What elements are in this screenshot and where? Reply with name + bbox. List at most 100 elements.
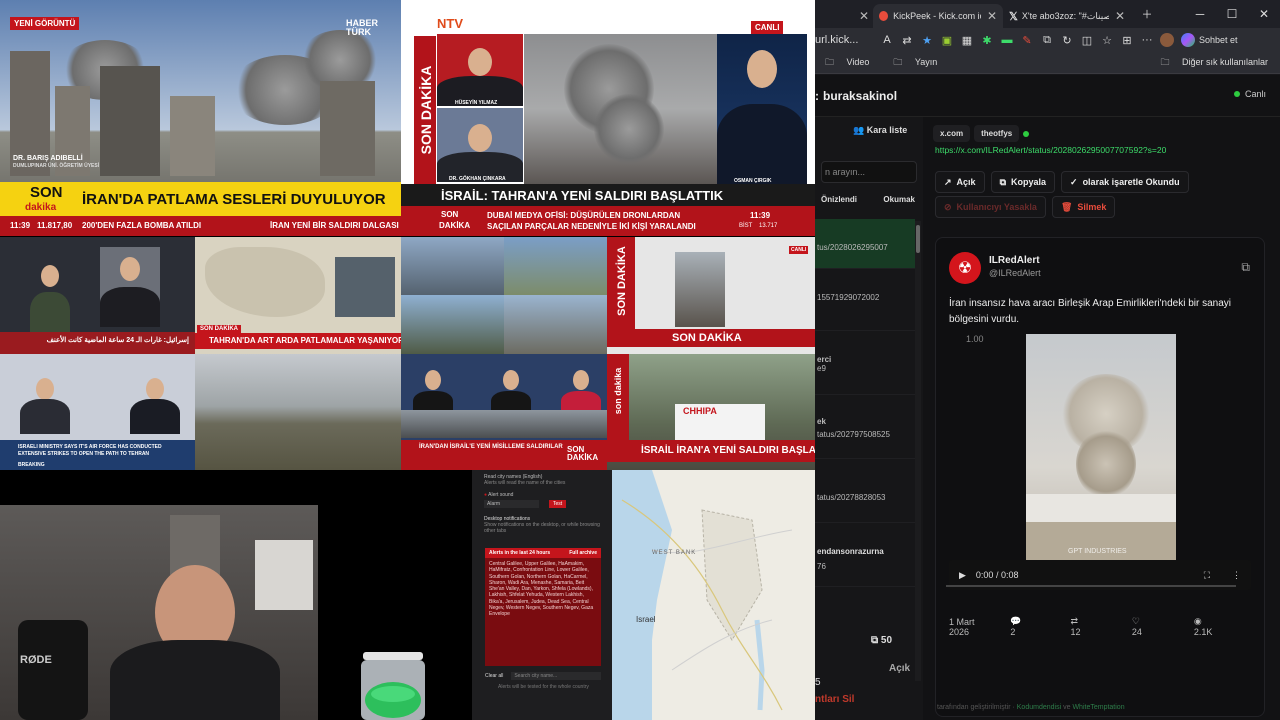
dev-link-2[interactable]: WhiteTemptation bbox=[1072, 704, 1124, 711]
vertical-son-dakika: SON DAKİKA bbox=[414, 36, 436, 186]
message-row[interactable]: erci e9 bbox=[815, 331, 915, 395]
breaking-badge: YENİ GÖRÜNTÜ bbox=[10, 17, 80, 30]
profile-avatar[interactable] bbox=[1157, 30, 1177, 50]
copilot-button[interactable]: Sohbet et bbox=[1181, 33, 1238, 47]
close-icon[interactable]: ✕ bbox=[859, 9, 869, 23]
live-status: Canlı bbox=[1234, 89, 1266, 99]
browser-window: ✕ KickPeek - Kick.com için G ✕ 𝕏 X'te ab… bbox=[815, 0, 1280, 720]
delete-selected-link[interactable]: ntları Sil bbox=[815, 694, 854, 705]
open-tweet-icon[interactable]: ⧉ bbox=[1241, 260, 1250, 275]
close-icon[interactable]: ✕ bbox=[987, 9, 997, 23]
stream-tile-ntv[interactable]: NTV CANLI SON DAKİKA HÜSEYİN YILMAZ DR. … bbox=[401, 0, 815, 236]
extension-icon[interactable]: ▬ bbox=[997, 30, 1017, 50]
tab-read[interactable]: Okumak bbox=[883, 195, 915, 204]
ticker-line-2: SAÇILAN PARÇALAR NEDENİYLE İKİ KİŞİ YARA… bbox=[487, 222, 696, 231]
bookmarks-bar: 🗀 Video 🗀 Yayın 🗀 Diğer sık kullanılanla… bbox=[815, 52, 1280, 74]
dev-link-1[interactable]: Kodumdendisi bbox=[1017, 704, 1061, 711]
stream-tile-arab-panel[interactable]: إسرائيل: غارات الـ 24 ساعة الماضية كانت … bbox=[0, 237, 195, 354]
more-icon[interactable]: ··· bbox=[1137, 30, 1157, 50]
message-search-input[interactable]: n arayın... bbox=[821, 161, 917, 183]
other-bookmarks[interactable]: 🗀 Diğer sık kullanılanlar bbox=[1160, 55, 1268, 71]
stream-tile-cnn-map[interactable]: SON DAKİKA TAHRAN'DA ART ARDA PATLAMALAR… bbox=[195, 237, 401, 354]
mark-read-button[interactable]: ✓ olarak işaretle Okundu bbox=[1061, 171, 1189, 193]
close-icon[interactable]: ✕ bbox=[1115, 9, 1125, 23]
bookmark-yayin[interactable]: 🗀 Yayın bbox=[893, 55, 937, 71]
collections-icon[interactable]: ⊞ bbox=[1117, 30, 1137, 50]
map-view[interactable]: WEST BANK Israel bbox=[612, 470, 815, 720]
ntv-logo: NTV bbox=[437, 16, 463, 31]
message-row[interactable]: 15571929072002 bbox=[815, 269, 915, 331]
test-sound-button[interactable]: Test bbox=[549, 500, 567, 508]
translate-icon[interactable]: ⇄ bbox=[897, 30, 917, 50]
stream-tile-english-news[interactable]: ISRAELI MINISTRY SAYS IT'S AIR FORCE HAS… bbox=[0, 354, 195, 470]
message-list-scrollbar[interactable] bbox=[915, 221, 921, 681]
city-search-input[interactable]: Search city name... bbox=[511, 672, 601, 680]
fullscreen-icon[interactable]: ⛶ bbox=[1204, 570, 1210, 581]
favorites-icon[interactable]: ☆ bbox=[1097, 30, 1117, 50]
retweet-count[interactable]: ⇄ 12 bbox=[1071, 616, 1118, 637]
refresh-icon[interactable]: ↻ bbox=[1057, 30, 1077, 50]
extension-icon[interactable]: ⧉ bbox=[1037, 30, 1057, 50]
tab-x[interactable]: 𝕏 X'te abo3zoz: "#التحصينات" ✕ bbox=[1003, 4, 1131, 28]
blacklist-button[interactable]: 👥 Kara liste bbox=[853, 125, 907, 136]
maximize-icon[interactable]: ☐ bbox=[1216, 7, 1248, 21]
tweet-video[interactable]: GPT INDUSTRIES bbox=[1026, 334, 1176, 576]
headline-bar: İSRAİL: TAHRAN'A YENİ SALDIRI BAŞLATTIK bbox=[401, 184, 815, 206]
favorite-star-icon[interactable]: ★ bbox=[917, 30, 937, 50]
bookmark-video[interactable]: 🗀 Video bbox=[825, 55, 869, 71]
message-list-panel: 👥 Kara liste n arayın... Önizlendi Okuma… bbox=[815, 117, 923, 720]
message-row[interactable]: endansonrazurna 76 bbox=[815, 523, 915, 587]
sound-select[interactable]: Alarm bbox=[484, 500, 539, 508]
stream-tile-panel-show[interactable]: İRAN'DAN İSRAİL'E YENİ MİSİLLEME SALDIRI… bbox=[401, 354, 607, 470]
reply-count[interactable]: 💬 2 bbox=[1010, 616, 1056, 637]
url-field[interactable]: url.kick... bbox=[815, 34, 877, 46]
user-pill: theotfys bbox=[974, 125, 1020, 142]
read-aloud-icon[interactable]: A bbox=[877, 30, 897, 50]
new-tab-icon[interactable]: ＋ bbox=[1137, 4, 1157, 24]
open-count-button[interactable]: ⧉ 50 bbox=[871, 635, 892, 646]
message-row[interactable]: tatus/20278828053 bbox=[815, 459, 915, 523]
minimize-icon[interactable]: ─ bbox=[1184, 7, 1216, 21]
microphone: RØDE bbox=[18, 620, 88, 720]
tab-previous[interactable]: ✕ bbox=[815, 4, 873, 28]
post-url-link[interactable]: https://x.com/ILRedAlert/status/20280262… bbox=[935, 145, 1166, 155]
extension-icon[interactable]: ▦ bbox=[957, 30, 977, 50]
tab-previewed[interactable]: Önizlendi bbox=[821, 195, 857, 204]
stream-tile-son-dakika[interactable]: CANLI SON DAKİKA SON DAKİKA bbox=[607, 237, 815, 354]
stream-tile-jerusalem[interactable] bbox=[195, 354, 401, 470]
alert-sound-option[interactable]: ● Alert sound bbox=[472, 491, 612, 499]
desktop-notif-option[interactable]: Desktop notifications Show notifications… bbox=[472, 515, 612, 535]
split-screen-icon[interactable]: ◫ bbox=[1077, 30, 1097, 50]
clear-all-button[interactable]: Clear all bbox=[485, 673, 503, 679]
open-button[interactable]: ↗ Açık bbox=[935, 171, 985, 193]
stream-tile-ambulance[interactable]: son dakika CHHIPA İSRAİL İRAN'A YENİ SAL… bbox=[607, 354, 815, 470]
kickpeek-app: : buraksakinol Canlı 👥 Kara liste n aray… bbox=[815, 75, 1280, 720]
tweet-author-handle[interactable]: @ILRedAlert bbox=[989, 268, 1041, 278]
guest-title: DUMLUPINAR ÜNİ. ÖĞRETİM ÜYESİ bbox=[13, 163, 100, 169]
extension-icon[interactable]: ▣ bbox=[937, 30, 957, 50]
open-button-left[interactable]: Açık bbox=[889, 663, 910, 674]
vertical-text: SON DAKİKA bbox=[616, 246, 628, 316]
stream-tile-haberturk[interactable]: YENİ GÖRÜNTÜ HABER TÜRK DR. BARIŞ ADIBEL… bbox=[0, 0, 401, 236]
message-row[interactable]: tus/2028026295007 bbox=[815, 219, 915, 269]
tab-kickpeek[interactable]: KickPeek - Kick.com için G ✕ bbox=[873, 4, 1003, 28]
extension-icon[interactable]: ✎ bbox=[1017, 30, 1037, 50]
extension-icon[interactable]: ✱ bbox=[977, 30, 997, 50]
full-archive-link[interactable]: Full archive bbox=[569, 550, 597, 556]
read-city-option[interactable]: Read city names (English) Alerts will re… bbox=[472, 473, 612, 487]
like-count[interactable]: ♡ 24 bbox=[1132, 616, 1180, 637]
video-progress-bar[interactable] bbox=[946, 585, 1236, 587]
block-user-button[interactable]: ⊘ Kullanıcıyı Yasakla bbox=[935, 196, 1046, 218]
tweet-author-name[interactable]: ILRedAlert bbox=[989, 255, 1040, 266]
play-icon[interactable]: ▶ bbox=[959, 570, 966, 581]
message-row[interactable]: ek tatus/202797508525 bbox=[815, 395, 915, 459]
guest-1-video bbox=[437, 34, 523, 106]
delete-button[interactable]: 🗑 Silmek bbox=[1051, 196, 1116, 218]
users-icon: 👥 bbox=[853, 125, 865, 135]
stream-tile-multicam[interactable] bbox=[401, 237, 607, 354]
window-close-icon[interactable]: ✕ bbox=[1248, 7, 1280, 21]
live-badge: CANLI bbox=[789, 246, 809, 254]
copy-button[interactable]: ⧉ Kopyala bbox=[990, 171, 1056, 193]
count-left: 5 bbox=[815, 677, 821, 688]
video-more-icon[interactable]: ⋮ bbox=[1232, 570, 1241, 581]
